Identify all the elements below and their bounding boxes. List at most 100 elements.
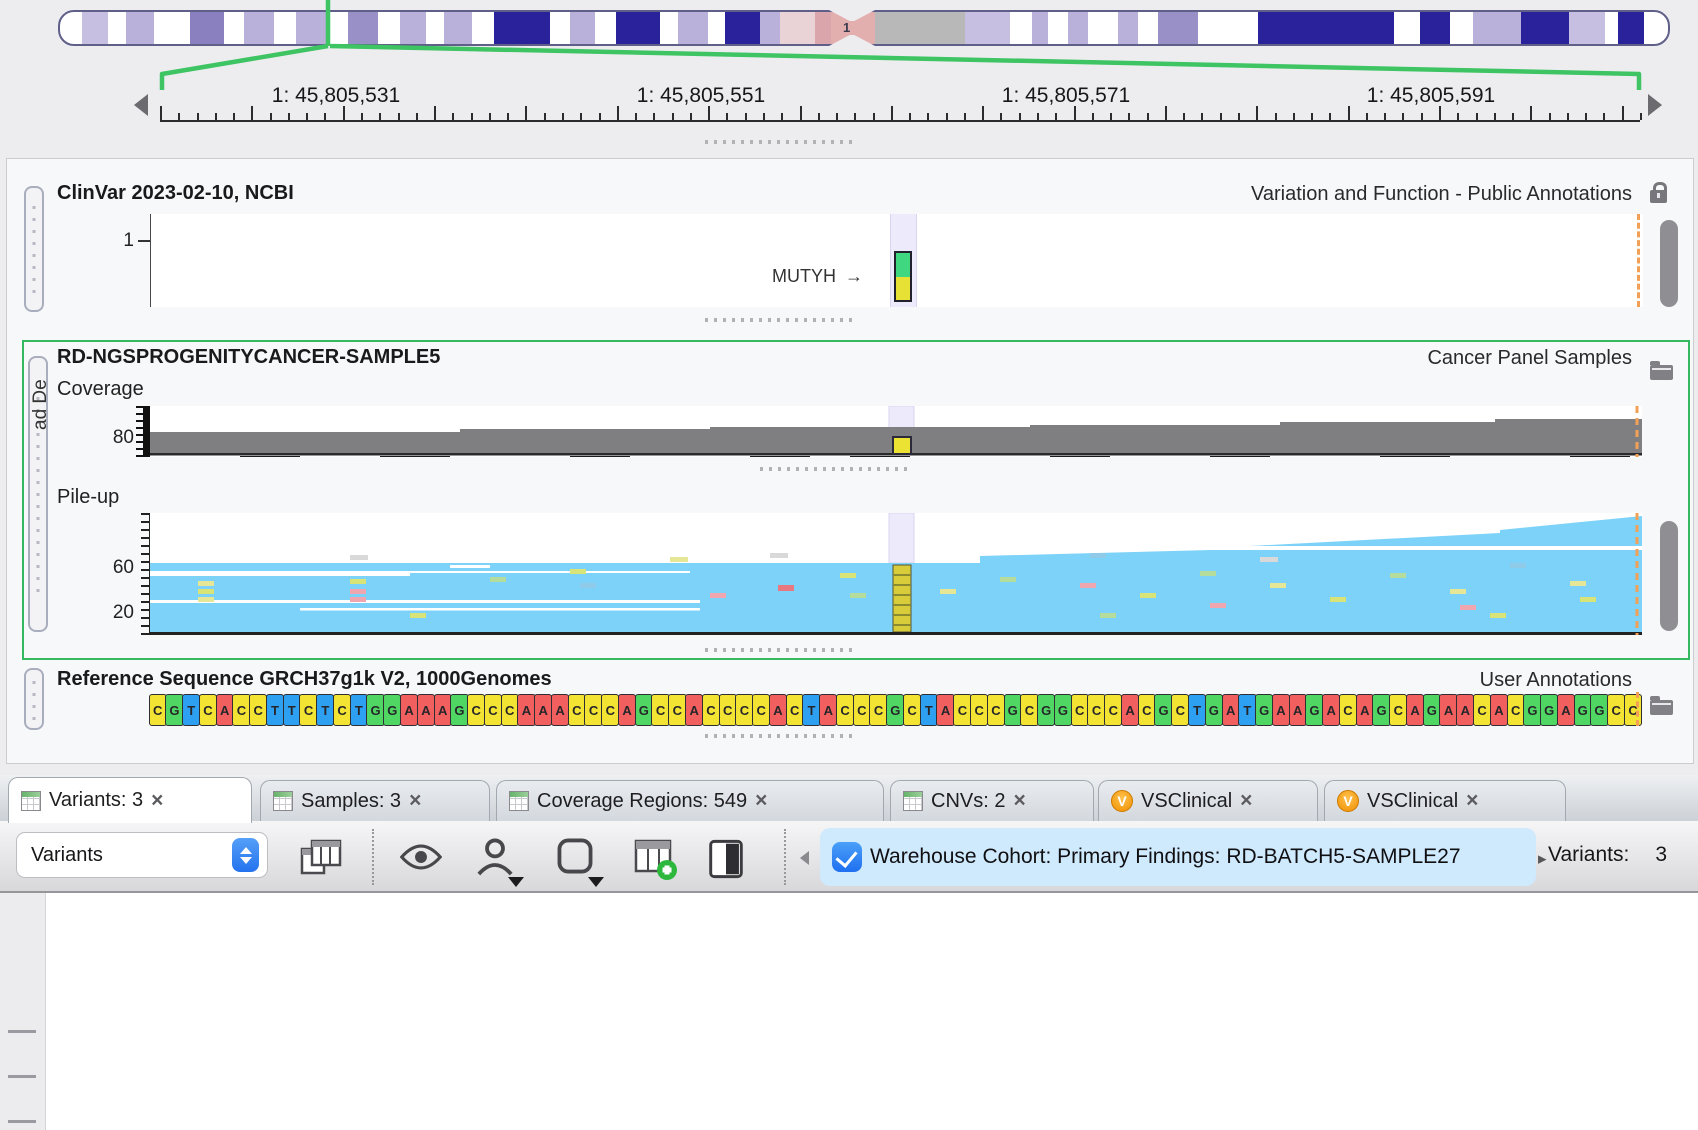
sequence-base: C	[333, 694, 351, 726]
sequence-base: T	[1238, 694, 1256, 726]
tab-close-icon[interactable]: ×	[1240, 791, 1252, 811]
clip-arrow-icon[interactable]: ▸	[1538, 849, 1547, 869]
filter-checkbox[interactable]	[832, 842, 862, 872]
table-type-select[interactable]: Variants	[16, 832, 268, 878]
sequence-base: T	[283, 694, 301, 726]
sequence-base: A	[517, 694, 535, 726]
reference-resize-handle[interactable]	[705, 734, 855, 738]
tab-cnvs-2[interactable]: CNVs: 2×	[890, 780, 1094, 821]
region-end-marker	[1636, 692, 1639, 726]
tab-label: Samples: 3	[301, 790, 401, 813]
sequence-base: C	[1071, 694, 1089, 726]
sequence-base: G	[1154, 694, 1172, 726]
clinvar-track-drag-handle[interactable]	[24, 186, 44, 312]
vsclinical-icon: V	[1111, 790, 1133, 812]
reference-track-drag-handle[interactable]	[24, 668, 44, 730]
tab-label: VSClinical	[1367, 790, 1458, 813]
sequence-base: G	[1004, 694, 1022, 726]
tab-vsclinical[interactable]: VVSClinical×	[1324, 780, 1566, 821]
centromere-pinch	[829, 10, 875, 21]
sequence-base: A	[1490, 694, 1508, 726]
region-end-marker	[1637, 214, 1640, 307]
column-manager-icon[interactable]	[300, 839, 344, 880]
sequence-base: C	[568, 694, 586, 726]
reference-track-group-label: User Annotations	[1480, 669, 1632, 692]
tab-label: Coverage Regions: 549	[537, 790, 747, 813]
coverage-plot[interactable]	[150, 406, 1642, 457]
tab-close-icon[interactable]: ×	[755, 791, 767, 811]
ruler-tickmarks	[160, 104, 1640, 120]
sequence-base: A	[1439, 694, 1457, 726]
toolbar-divider	[784, 829, 786, 885]
reference-track-title: Reference Sequence GRCH37g1k V2, 1000Gen…	[57, 668, 552, 691]
add-table-icon[interactable]	[634, 839, 678, 886]
variants-table	[0, 893, 1698, 1130]
tab-close-icon[interactable]: ×	[151, 791, 163, 811]
visibility-eye-icon[interactable]	[400, 843, 442, 876]
tab-close-icon[interactable]: ×	[1466, 791, 1478, 811]
sample-filter-icon[interactable]	[476, 836, 514, 881]
filter-checkbox-label: Warehouse Cohort: Primary Findings: RD-B…	[870, 845, 1461, 869]
collapse-left-icon[interactable]	[800, 851, 809, 865]
sequence-base: C	[869, 694, 887, 726]
clinvar-resize-handle[interactable]	[705, 318, 855, 322]
tab-coverage-regions-549[interactable]: Coverage Regions: 549 ×	[496, 780, 884, 821]
clinvar-track-title: ClinVar 2023-02-10, NCBI	[57, 182, 294, 205]
table-icon	[273, 791, 293, 811]
row-resize-dash[interactable]	[8, 1030, 36, 1033]
row-handle-column[interactable]	[0, 893, 46, 1130]
sequence-base: C	[1624, 694, 1642, 726]
tab-close-icon[interactable]: ×	[409, 791, 421, 811]
sequence-base: C	[853, 694, 871, 726]
sequence-base: C	[1138, 694, 1156, 726]
tab-vsclinical[interactable]: V VSClinical ×	[1098, 780, 1318, 821]
chevron-down-icon[interactable]	[588, 877, 604, 887]
sequence-base: A	[936, 694, 954, 726]
tab-close-icon[interactable]: ×	[1013, 791, 1025, 811]
sequence-base: A	[1121, 694, 1139, 726]
sequence-base: C	[584, 694, 602, 726]
chevron-down-icon[interactable]	[508, 877, 524, 887]
ruler-resize-handle[interactable]	[705, 140, 855, 144]
tab-label: VSClinical	[1141, 790, 1232, 813]
sequence-base: G	[1523, 694, 1541, 726]
sequence-base: G	[1305, 694, 1323, 726]
sequence-base: C	[467, 694, 485, 726]
ruler-scroll-right-arrow[interactable]	[1648, 94, 1662, 116]
coverage-resize-handle[interactable]	[760, 467, 910, 471]
sequence-base: C	[786, 694, 804, 726]
sequence-base: A	[1356, 694, 1374, 726]
sequence-base: C	[1339, 694, 1357, 726]
clinvar-axis-tick-label: 1	[104, 230, 134, 252]
pileup-plot[interactable]	[150, 513, 1642, 635]
pileup-axis-tick-20: 20	[100, 602, 134, 624]
select-stepper-icon[interactable]	[232, 838, 259, 872]
row-resize-dash[interactable]	[8, 1075, 36, 1078]
reference-sequence: CGTCACCTTCTCTGGAAAGCCCAAACCCAGCCACCCCACT…	[150, 694, 1642, 724]
sequence-base: G	[1205, 694, 1223, 726]
pileup-scrollbar[interactable]	[1660, 521, 1678, 631]
tab-samples-3[interactable]: Samples: 3 ×	[260, 780, 490, 821]
table-icon	[21, 791, 41, 811]
chromosome-ideogram[interactable]: 1	[58, 10, 1670, 46]
arrow-right-icon: →	[845, 266, 863, 286]
sequence-base: G	[366, 694, 384, 726]
sequence-base: C	[249, 694, 267, 726]
sequence-base: A	[1272, 694, 1290, 726]
sequence-base: G	[1037, 694, 1055, 726]
ruler-scroll-left-arrow[interactable]	[134, 94, 148, 116]
record-filter-icon[interactable]	[556, 837, 594, 880]
sequence-base: C	[299, 694, 317, 726]
coverage-axis-ticks	[136, 406, 143, 457]
sequence-base: C	[987, 694, 1005, 726]
warehouse-cohort-filter[interactable]: Warehouse Cohort: Primary Findings: RD-B…	[820, 828, 1536, 886]
clinvar-plot[interactable]	[150, 214, 1643, 307]
pileup-resize-handle[interactable]	[705, 648, 855, 652]
clinvar-variant-marker[interactable]	[894, 251, 912, 302]
sequence-base: C	[484, 694, 502, 726]
clinvar-axis-tick	[138, 240, 150, 242]
row-resize-dash[interactable]	[8, 1120, 36, 1123]
tab-variants-3[interactable]: Variants: 3×	[8, 777, 252, 823]
split-view-icon[interactable]	[708, 839, 744, 884]
clinvar-track-scrollbar[interactable]	[1660, 220, 1678, 307]
